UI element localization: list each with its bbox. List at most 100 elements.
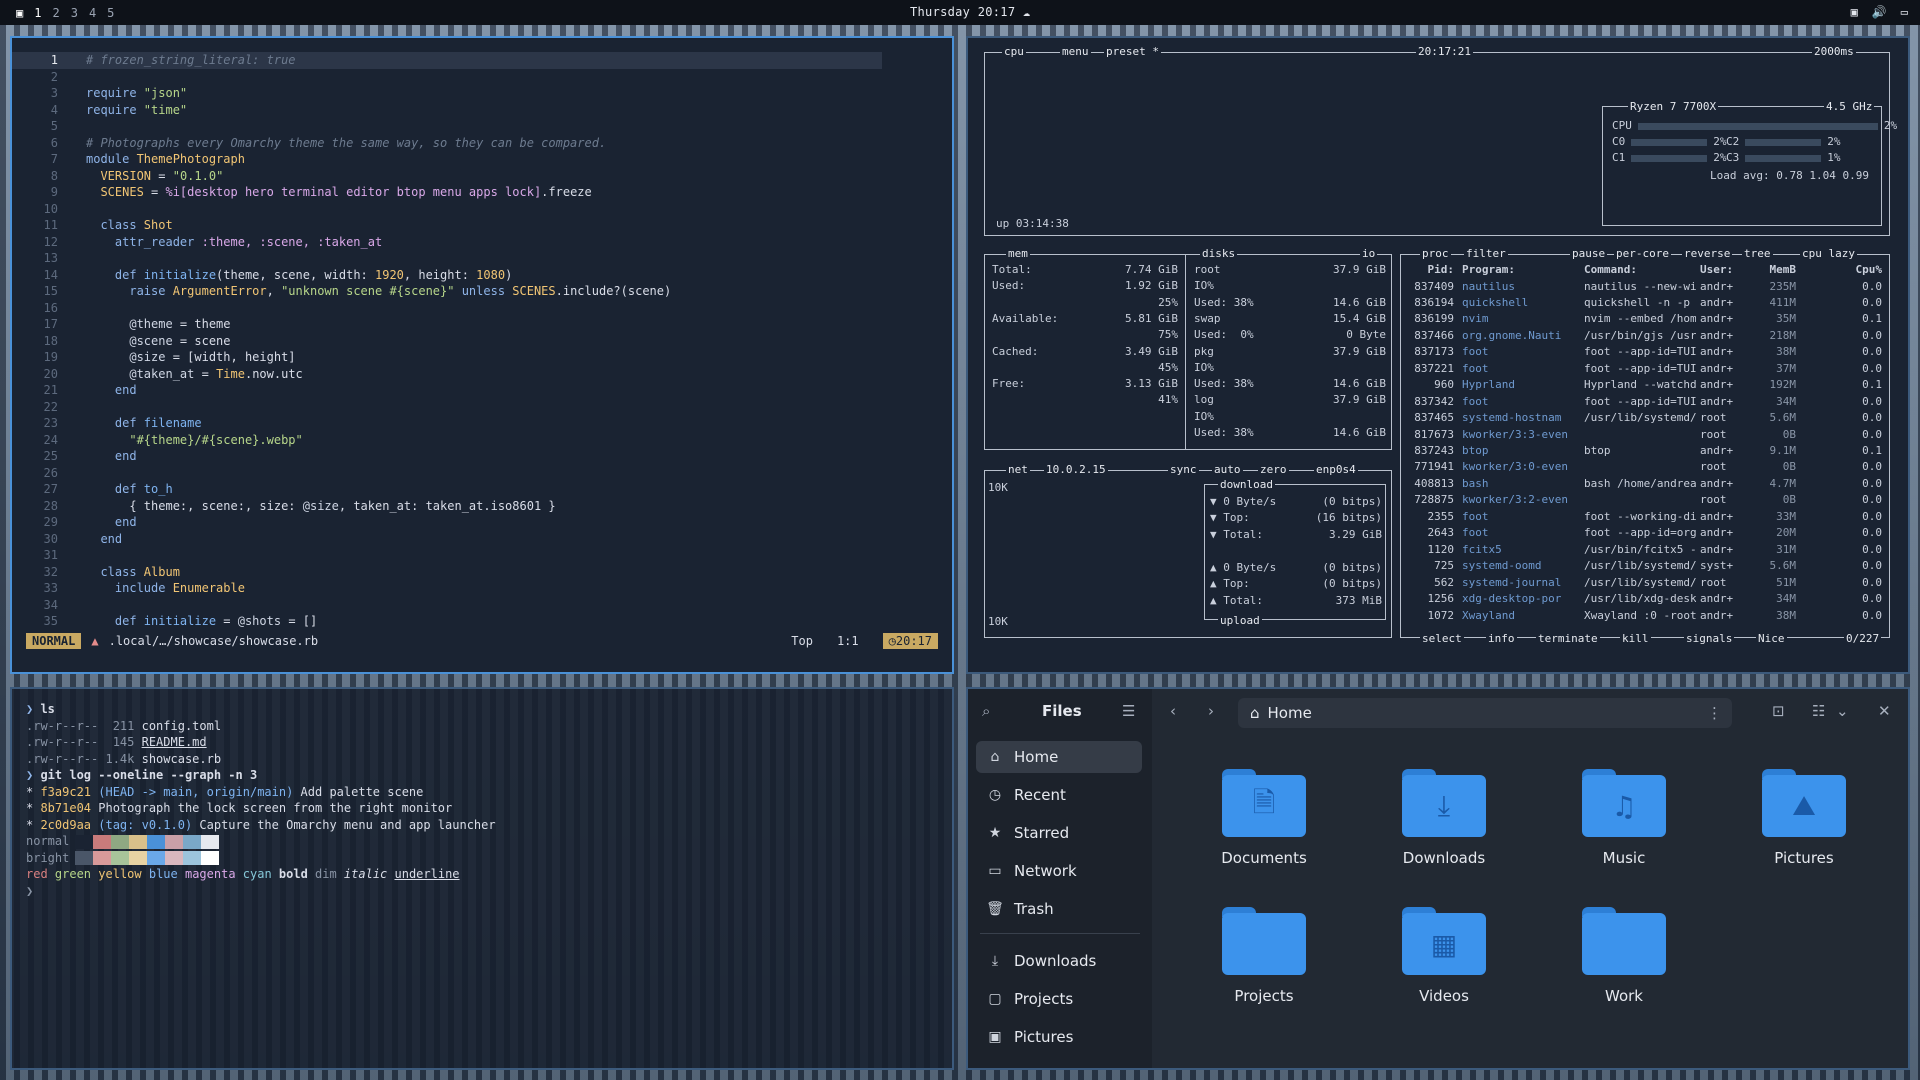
workspace-2[interactable]: 2 [52,6,59,20]
code-line[interactable]: 22 [12,399,952,416]
folder-projects[interactable]: Projects [1194,907,1334,1005]
menu-tab[interactable]: menu [1060,45,1091,58]
code-line[interactable]: 14 def initialize(theme, scene, width: 1… [12,267,952,284]
clock[interactable]: Thursday 20:17 ☁ [910,5,1030,19]
path-menu-icon[interactable]: ⋮ [1707,704,1722,722]
code-line[interactable]: 31 [12,547,952,564]
code-line[interactable]: 12 attr_reader :theme, :scene, :taken_at [12,234,952,251]
per-core-tab[interactable]: per-core [1614,247,1671,260]
code-line[interactable]: 3 require "json" [12,85,952,102]
proc-action-1[interactable]: info [1486,632,1517,645]
code-line[interactable]: 17 @theme = theme [12,316,952,333]
editor-buffer[interactable]: 1 # frozen_string_literal: true 2 3 require … [12,52,952,630]
proc-action-2[interactable]: terminate [1536,632,1600,645]
code-line[interactable]: 26 [12,465,952,482]
workspace-4[interactable]: 4 [89,6,96,20]
sidebar-item-network[interactable]: ▭ Network [976,855,1142,887]
sort-tab[interactable]: cpu lazy [1800,247,1857,260]
code-line[interactable]: 2 [12,69,952,86]
editor-window[interactable]: 1 # frozen_string_literal: true 2 3 require … [10,36,954,674]
update-interval[interactable]: 2000ms [1812,45,1856,58]
terminal-window[interactable]: ❯ ls .rw-r--r-- 211 config.toml .rw-r--r--… [10,687,954,1070]
code-line[interactable]: 24 "#{theme}/#{scene}.webp" [12,432,952,449]
pause-tab[interactable]: pause [1570,247,1608,260]
code-line[interactable]: 1 # frozen_string_literal: true [12,52,882,69]
sidebar-item-starred[interactable]: ★ Starred [976,817,1142,849]
code-line[interactable]: 30 end [12,531,952,548]
code-line[interactable]: 34 [12,597,952,614]
folder-work[interactable]: Work [1554,907,1694,1005]
code-line[interactable]: 35 def initialize = @shots = [] [12,613,952,630]
code-line[interactable]: 25 end [12,448,952,465]
sync-tab[interactable]: sync [1168,463,1199,476]
proc-column-header[interactable]: User: [1700,262,1752,278]
close-icon[interactable]: ✕ [1878,702,1891,720]
code-line[interactable]: 7 module ThemePhotograph [12,151,952,168]
files-window[interactable]: ⌕ Files ☰ ⌂ Home ◷ Recent ★ Starred ▭ Network 🗑 T… [966,687,1910,1070]
sidebar-menu-icon[interactable]: ☰ [1122,702,1135,720]
reverse-tab[interactable]: reverse [1682,247,1733,260]
code-line[interactable]: 21 end [12,382,952,399]
code-line[interactable]: 29 end [12,514,952,531]
sidebar-item-trash[interactable]: 🗑 Trash [976,893,1142,925]
back-icon[interactable]: ‹ [1170,702,1176,720]
workspace-1[interactable]: 1 [34,6,41,20]
volume-icon[interactable]: 🔊 [1872,5,1887,19]
code-line[interactable]: 4 require "time" [12,102,952,119]
code-line[interactable]: 6 # Photographs every Omarchy theme the s… [12,135,952,152]
code-line[interactable]: 23 def filename [12,415,952,432]
net-interface[interactable]: enp0s4 [1314,463,1358,476]
workspace-3[interactable]: 3 [71,6,78,20]
forward-icon[interactable]: › [1208,702,1214,720]
code-line[interactable]: 13 [12,250,952,267]
sidebar-item-recent[interactable]: ◷ Recent [976,779,1142,811]
code-line[interactable]: 16 [12,300,952,317]
proc-action-3[interactable]: kill [1620,632,1651,645]
proc-column-header[interactable]: Cpu% [1798,262,1883,278]
code-line[interactable]: 33 include Enumerable [12,580,952,597]
code-line[interactable]: 27 def to_h [12,481,952,498]
code-line[interactable]: 19 @size = [width, height] [12,349,952,366]
code-line[interactable]: 11 class Shot [12,217,952,234]
proc-column-header[interactable]: Command: [1584,262,1696,278]
io-tab[interactable]: io [1360,247,1378,260]
folder-documents[interactable]: 🗎 Documents [1194,769,1334,867]
tree-tab[interactable]: tree [1742,247,1773,260]
view-list-icon[interactable]: ☷ [1812,702,1825,720]
code-line[interactable]: 28 { theme:, scene:, size: @size, taken_… [12,498,952,515]
sidebar-item-projects[interactable]: ▢ Projects [976,983,1142,1015]
code-line[interactable]: 5 [12,118,952,135]
code-line[interactable]: 20 @taken_at = Time.now.utc [12,366,952,383]
auto-tab[interactable]: auto [1212,463,1243,476]
folder-pictures[interactable]: ⛰ Pictures [1734,769,1874,867]
filter-tab[interactable]: filter [1464,247,1508,260]
code-line[interactable]: 10 [12,201,952,218]
code-line[interactable]: 32 class Album [12,564,952,581]
new-folder-icon[interactable]: ⊡ [1772,702,1785,720]
view-options-icon[interactable]: ⌄ [1836,702,1849,720]
display-icon[interactable]: ▭ [1901,5,1908,19]
folder-music[interactable]: ♫ Music [1554,769,1694,867]
sidebar-item-downloads[interactable]: ⤓ Downloads [976,945,1142,977]
btop-window[interactable]: cpu menu preset * 20:17:21 2000ms up 03:… [966,36,1910,674]
proc-action-0[interactable]: select [1420,632,1464,645]
folder-downloads[interactable]: ⤓ Downloads [1374,769,1514,867]
menu-icon[interactable]: ▣ [16,6,23,20]
proc-action-5[interactable]: Nice [1756,632,1787,645]
folder-videos[interactable]: ▦ Videos [1374,907,1514,1005]
cpu-tab[interactable]: cpu [1002,45,1026,58]
search-icon[interactable]: ⌕ [982,702,990,720]
proc-column-header[interactable]: Program: [1462,262,1580,278]
sidebar-item-pictures[interactable]: ▣ Pictures [976,1021,1142,1053]
proc-column-header[interactable]: MemB [1756,262,1797,278]
proc-column-header[interactable]: Pid: [1408,262,1455,278]
terminal-output[interactable]: ❯ ls .rw-r--r-- 211 config.toml .rw-r--r--… [12,701,952,899]
proc-action-4[interactable]: signals [1684,632,1735,645]
workspace-5[interactable]: 5 [107,6,114,20]
code-line[interactable]: 15 raise ArgumentError, "unknown scene #… [12,283,952,300]
zero-tab[interactable]: zero [1258,463,1289,476]
code-line[interactable]: 18 @scene = scene [12,333,952,350]
code-line[interactable]: 8 VERSION = "0.1.0" [12,168,952,185]
code-line[interactable]: 9 SCENES = %i[desktop hero terminal edit… [12,184,952,201]
path-bar[interactable]: ⌂ Home ⋮ [1238,698,1732,728]
